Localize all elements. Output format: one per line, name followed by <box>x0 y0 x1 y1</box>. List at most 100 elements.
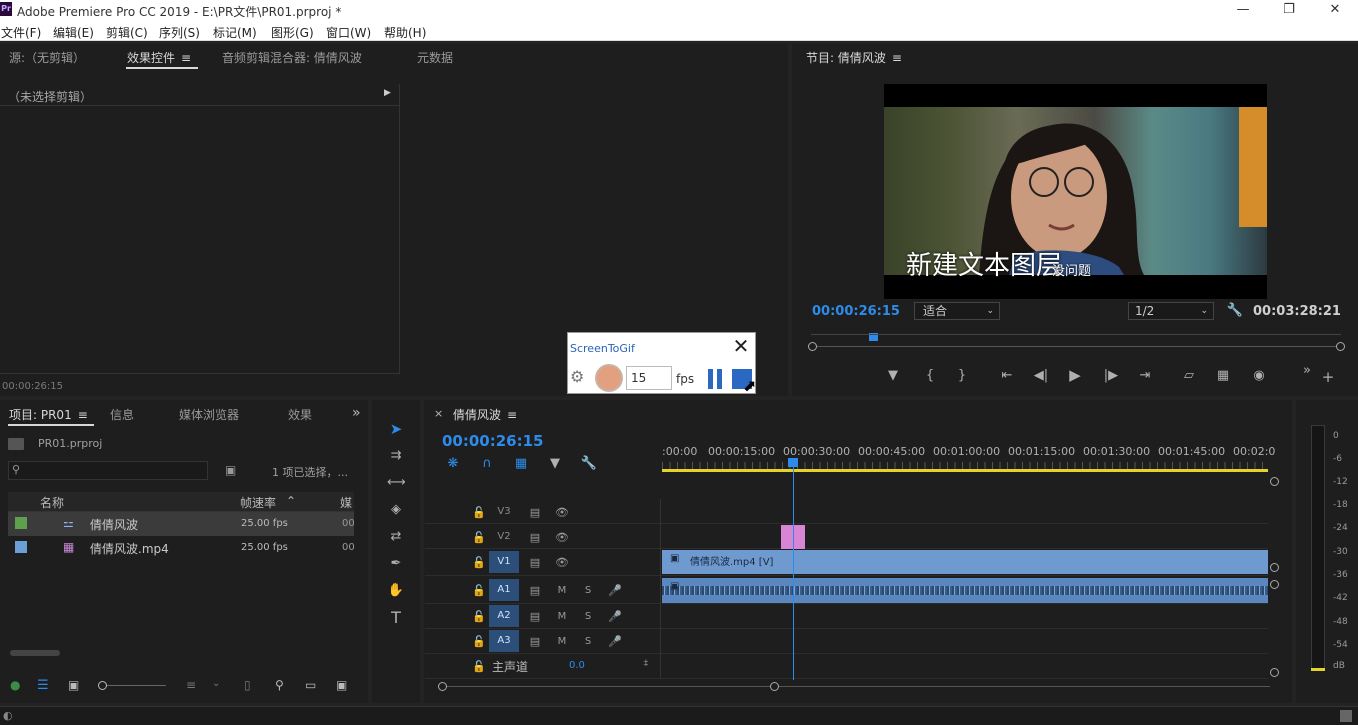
menu-help[interactable]: 帮助(H) <box>384 24 426 41</box>
sync-lock-icon[interactable]: ▤ <box>528 556 542 569</box>
zoom-slider-handle[interactable] <box>98 681 107 690</box>
menu-sequence[interactable]: 序列(S) <box>159 24 200 41</box>
close-sequence-icon[interactable]: × <box>434 407 443 420</box>
play-icon[interactable]: ▶ <box>1066 367 1084 383</box>
microphone-icon[interactable]: 🎤 <box>608 635 622 648</box>
track-target-v1[interactable]: V1 <box>489 551 519 573</box>
more-panels-icon[interactable]: » <box>352 405 361 421</box>
expand-right-icon[interactable]: ▶ <box>384 88 391 98</box>
nest-toggle-icon[interactable]: ❋ <box>444 456 462 472</box>
audio-clip-a1[interactable]: ▣ <box>662 578 1268 603</box>
tab-effects[interactable]: 效果 <box>288 406 312 423</box>
sync-lock-icon[interactable]: ▤ <box>528 506 542 519</box>
track-select-tool-icon[interactable]: ⇉ <box>387 448 405 464</box>
more-controls-icon[interactable]: » <box>1298 363 1316 379</box>
panel-menu-icon[interactable]: ≡ <box>78 408 88 422</box>
sort-ascending-icon[interactable]: ⌃ <box>286 494 296 508</box>
resize-grip-icon[interactable] <box>1340 710 1352 722</box>
timeline-settings-wrench-icon[interactable]: 🔧 <box>580 456 598 472</box>
selection-tool-icon[interactable]: ➤ <box>387 421 405 437</box>
menu-edit[interactable]: 编辑(E) <box>53 24 94 41</box>
linked-selection-icon[interactable]: ▦ <box>512 456 530 472</box>
go-to-edit-point-icon[interactable]: ⧧ <box>639 656 653 670</box>
zoom-scroll-start-handle[interactable] <box>438 682 447 691</box>
close-icon[interactable]: ✕ <box>729 335 753 359</box>
panel-menu-icon[interactable]: ≡ <box>507 408 517 422</box>
add-marker-icon[interactable]: ▼ <box>546 456 564 472</box>
sync-lock-icon[interactable]: ▤ <box>528 531 542 544</box>
mark-out-icon[interactable]: } <box>953 368 971 384</box>
timeline-playhead-line[interactable] <box>793 466 794 680</box>
tab-metadata[interactable]: 元数据 <box>417 49 453 66</box>
pen-tool-icon[interactable]: ✒ <box>387 556 405 572</box>
work-area-bar[interactable] <box>662 469 1268 472</box>
track-resize-handle[interactable] <box>1270 668 1279 677</box>
close-icon[interactable]: ✕ <box>1312 0 1358 21</box>
track-resize-handle[interactable] <box>1270 563 1279 572</box>
tab-effect-controls[interactable]: 效果控件 ≡ <box>127 49 191 66</box>
project-item-sequence[interactable]: ⚍ 倩倩风波 25.00 fps 00 <box>8 512 355 536</box>
fps-input[interactable]: 15 <box>626 366 672 390</box>
video-clip-v1[interactable]: ▣ 倩倩风波.mp4 [V] <box>662 550 1268 574</box>
tab-sequence[interactable]: 倩倩风波 ≡ <box>453 406 517 423</box>
column-frame-rate[interactable]: 帧速率 <box>240 494 276 511</box>
track-target-a1[interactable]: A1 <box>489 579 519 601</box>
lock-icon[interactable]: 🔓 <box>472 584 486 597</box>
sort-icons-icon[interactable]: ≡ <box>186 678 196 692</box>
list-view-icon[interactable]: ☰ <box>37 678 49 693</box>
step-forward-icon[interactable]: |▶ <box>1102 368 1120 384</box>
microphone-icon[interactable]: 🎤 <box>608 584 622 597</box>
restore-icon[interactable]: ❐ <box>1266 0 1312 21</box>
resolution-dropdown[interactable]: 1/2 ⌄ <box>1128 302 1214 320</box>
track-target-v3[interactable]: V3 <box>489 501 519 523</box>
pause-icon[interactable] <box>706 369 724 389</box>
add-marker-icon[interactable]: ▼ <box>884 368 902 384</box>
menu-window[interactable]: 窗口(W) <box>326 24 371 41</box>
track-target-a2[interactable]: A2 <box>489 605 519 627</box>
settings-gear-icon[interactable]: ⚙ <box>570 367 584 386</box>
extract-icon[interactable]: ▦ <box>1214 368 1232 384</box>
go-to-in-icon[interactable]: ⇤ <box>998 368 1016 384</box>
sync-lock-icon[interactable]: ▤ <box>528 610 542 623</box>
lock-icon[interactable]: ● <box>10 678 20 692</box>
panel-menu-icon[interactable]: ≡ <box>181 51 191 65</box>
mute-button[interactable]: M <box>555 585 569 596</box>
project-search-input[interactable]: ⚲ <box>8 461 208 480</box>
lock-icon[interactable]: 🔓 <box>472 635 486 648</box>
scrub-start-handle[interactable] <box>808 342 817 351</box>
automate-to-sequence-icon[interactable]: ▯ <box>244 678 251 692</box>
tab-audio-clip-mixer[interactable]: 音频剪辑混合器: 倩倩风波 <box>222 49 362 66</box>
wrench-icon[interactable]: 🔧 <box>1226 303 1244 319</box>
add-button-icon[interactable]: + <box>1319 369 1337 385</box>
new-item-icon[interactable]: ▣ <box>336 678 347 692</box>
mute-button[interactable]: M <box>555 611 569 622</box>
tab-media-browser[interactable]: 媒体浏览器 <box>179 406 239 423</box>
solo-button[interactable]: S <box>581 585 595 596</box>
lock-icon[interactable]: 🔓 <box>472 556 486 569</box>
lock-icon[interactable]: 🔓 <box>472 506 486 519</box>
go-to-out-icon[interactable]: ⇥ <box>1136 368 1154 384</box>
type-tool-icon[interactable]: T <box>387 610 405 626</box>
vertical-scroll-handle[interactable] <box>1270 477 1279 486</box>
timeline-zoom-scrollbar[interactable] <box>442 686 1270 687</box>
scrub-end-handle[interactable] <box>1336 342 1345 351</box>
label-color-swatch[interactable] <box>15 517 27 529</box>
timeline-timecode[interactable]: 00:00:26:15 <box>442 432 544 450</box>
find-icon[interactable]: ⚲ <box>275 678 284 692</box>
export-frame-camera-icon[interactable]: ◉ <box>1250 368 1268 384</box>
master-volume-value[interactable]: 0.0 <box>569 660 585 671</box>
label-color-swatch[interactable] <box>15 541 27 553</box>
hand-tool-icon[interactable]: ✋ <box>387 583 405 599</box>
lock-icon[interactable]: 🔓 <box>472 531 486 544</box>
menu-file[interactable]: 文件(F) <box>1 24 41 41</box>
ripple-edit-tool-icon[interactable]: ⟷ <box>387 475 406 491</box>
eye-icon[interactable]: 👁 <box>555 556 569 569</box>
tab-info[interactable]: 信息 <box>110 406 134 423</box>
track-target-v2[interactable]: V2 <box>489 526 519 548</box>
track-resize-handle[interactable] <box>1270 580 1279 589</box>
menu-clip[interactable]: 剪辑(C) <box>106 24 148 41</box>
new-search-bin-icon[interactable]: ▣ <box>225 463 236 477</box>
column-media[interactable]: 媒 <box>340 494 352 511</box>
zoom-scroll-end-handle[interactable] <box>770 682 779 691</box>
lift-icon[interactable]: ▱ <box>1180 368 1198 384</box>
